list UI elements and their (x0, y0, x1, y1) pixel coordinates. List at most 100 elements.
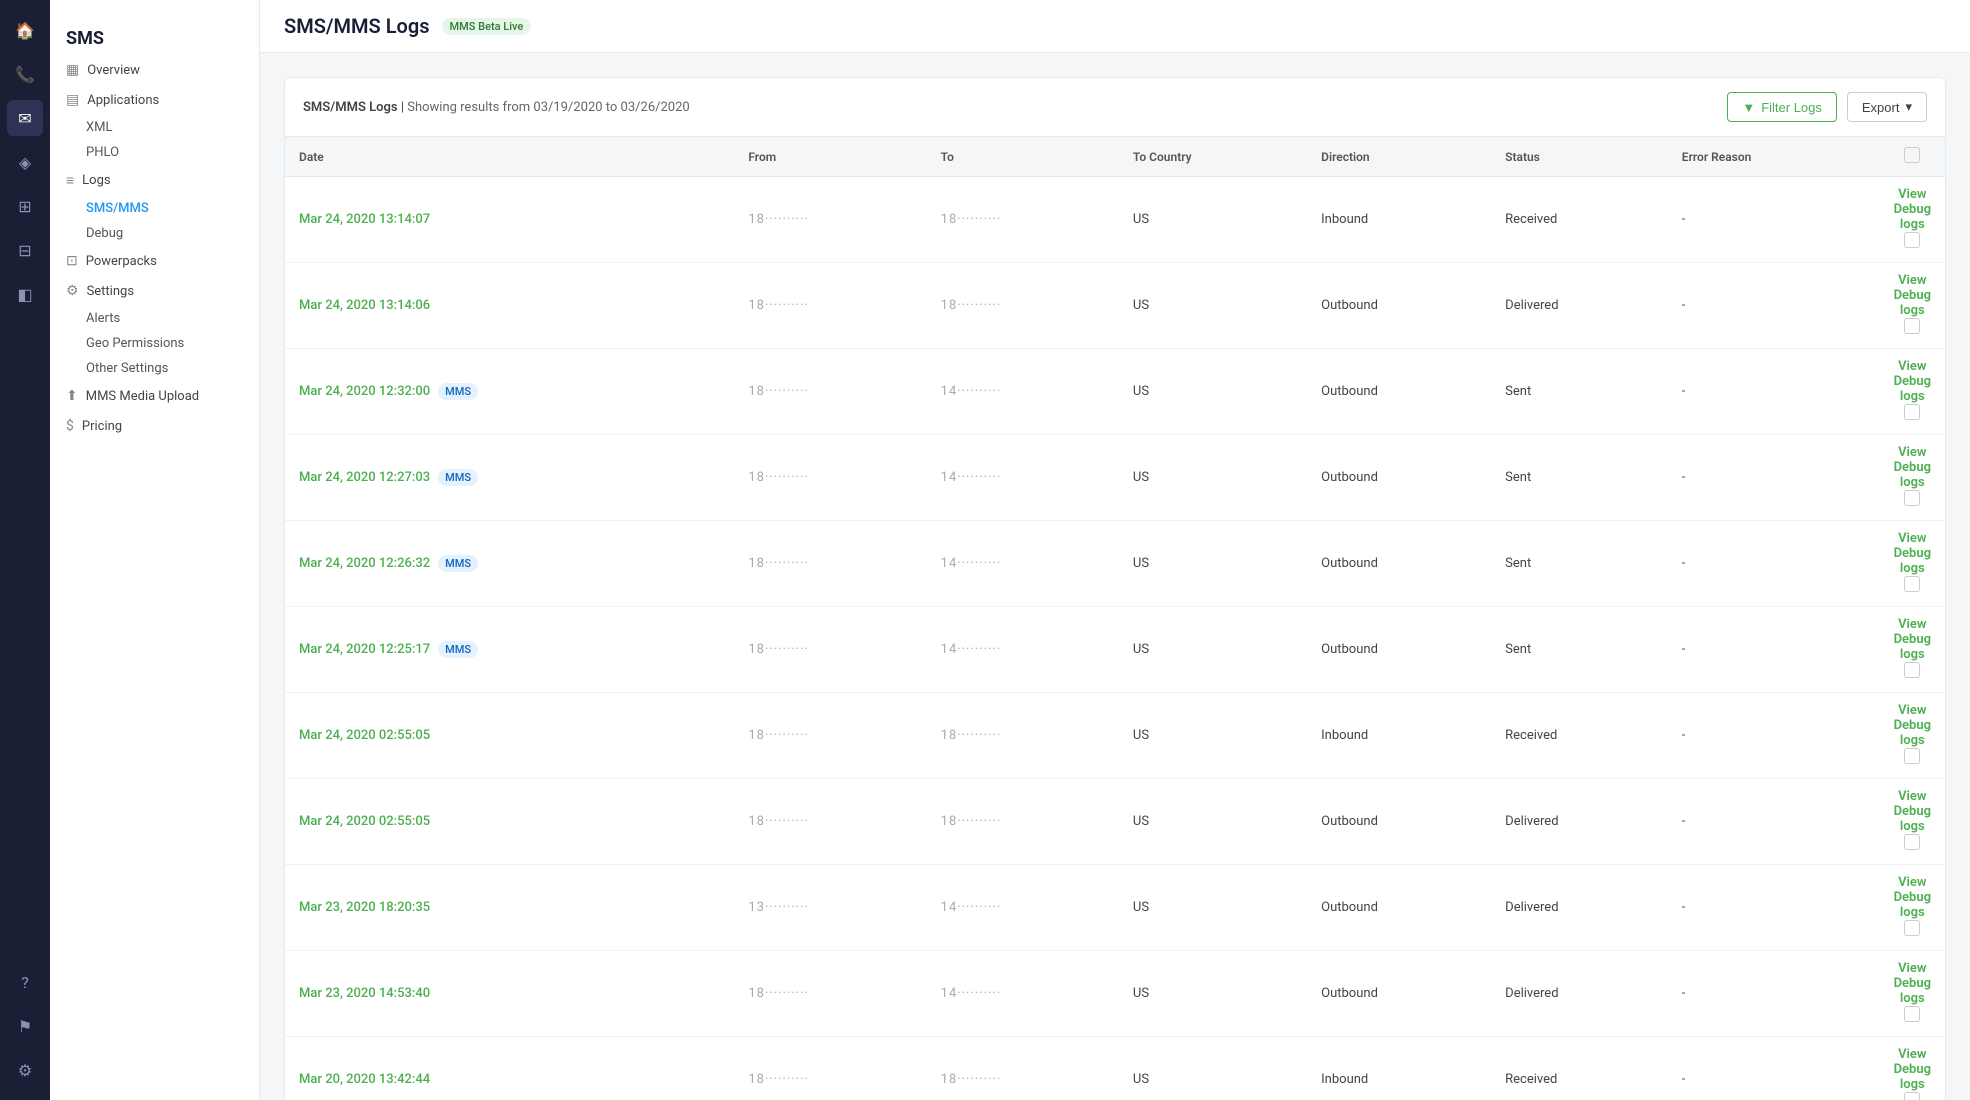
team-icon[interactable]: ⊟ (7, 232, 43, 268)
row-error: - (1668, 435, 1880, 521)
pricing-label: Pricing (82, 419, 122, 434)
sidebar-item-logs[interactable]: ≡ Logs (50, 165, 259, 196)
help-icon[interactable]: ? (7, 964, 43, 1000)
view-debug-link[interactable]: View Debug logs (1894, 703, 1931, 748)
table-row: Mar 24, 2020 12:26:32MMS18··········14··… (285, 521, 1945, 607)
row-date[interactable]: Mar 24, 2020 02:55:05 (285, 693, 734, 779)
sidebar-subitem-alerts[interactable]: Alerts (50, 306, 259, 331)
grid-icon[interactable]: ⊞ (7, 188, 43, 224)
table-row: Mar 23, 2020 18:20:3513··········14·····… (285, 865, 1945, 951)
export-label: Export (1862, 100, 1900, 115)
row-from: 18·········· (734, 177, 926, 263)
home-icon[interactable]: 🏠 (7, 12, 43, 48)
sidebar-item-settings[interactable]: ⚙ Settings (50, 276, 259, 306)
row-error: - (1668, 693, 1880, 779)
view-debug-link[interactable]: View Debug logs (1894, 187, 1931, 232)
view-debug-link[interactable]: View Debug logs (1894, 359, 1931, 404)
row-to: 14·········· (927, 607, 1119, 693)
col-to-country: To Country (1119, 137, 1307, 177)
settings-icon[interactable]: ⚙ (7, 1052, 43, 1088)
row-date[interactable]: Mar 24, 2020 12:32:00MMS (285, 349, 734, 435)
row-date[interactable]: Mar 20, 2020 13:42:44 (285, 1037, 734, 1100)
report-icon[interactable]: ◧ (7, 276, 43, 312)
row-date[interactable]: Mar 24, 2020 12:25:17MMS (285, 607, 734, 693)
phone-icon[interactable]: 📞 (7, 56, 43, 92)
row-to: 14·········· (927, 865, 1119, 951)
view-debug-link[interactable]: View Debug logs (1894, 961, 1931, 1006)
sidebar-subitem-debug[interactable]: Debug (50, 221, 259, 246)
row-checkbox[interactable] (1904, 576, 1920, 592)
sidebar-item-overview[interactable]: ▦ Overview (50, 55, 259, 85)
app-label: SMS (50, 16, 259, 55)
view-debug-link[interactable]: View Debug logs (1894, 617, 1931, 662)
sidebar-subitem-smsmms[interactable]: SMS/MMS (50, 196, 259, 221)
sidebar-subitem-geo-permissions[interactable]: Geo Permissions (50, 331, 259, 356)
table-row: Mar 20, 2020 13:42:4418··········18·····… (285, 1037, 1945, 1100)
row-actions: View Debug logs (1880, 1037, 1945, 1100)
filter-label: Filter Logs (1761, 100, 1822, 115)
row-from: 18·········· (734, 693, 926, 779)
row-from: 18·········· (734, 521, 926, 607)
row-direction: Outbound (1307, 607, 1491, 693)
row-error: - (1668, 779, 1880, 865)
row-status: Delivered (1491, 779, 1668, 865)
sidebar-subitem-phlo[interactable]: PHLO (50, 140, 259, 165)
powerpacks-icon: ⊡ (66, 253, 78, 269)
row-checkbox[interactable] (1904, 1092, 1920, 1100)
row-from: 18·········· (734, 263, 926, 349)
view-debug-link[interactable]: View Debug logs (1894, 445, 1931, 490)
view-debug-link[interactable]: View Debug logs (1894, 273, 1931, 318)
view-debug-link[interactable]: View Debug logs (1894, 531, 1931, 576)
row-checkbox[interactable] (1904, 318, 1920, 334)
col-from: From (734, 137, 926, 177)
select-all-checkbox[interactable] (1904, 147, 1920, 163)
row-status: Sent (1491, 349, 1668, 435)
sms-icon[interactable]: ✉ (7, 100, 43, 136)
sidebar-item-pricing[interactable]: $ Pricing (50, 411, 259, 441)
row-from: 18·········· (734, 349, 926, 435)
row-from: 18·········· (734, 1037, 926, 1100)
row-checkbox[interactable] (1904, 1006, 1920, 1022)
voice-icon[interactable]: ◈ (7, 144, 43, 180)
date-range: Showing results from 03/19/2020 to 03/26… (407, 100, 690, 115)
row-to: 18·········· (927, 263, 1119, 349)
row-checkbox[interactable] (1904, 920, 1920, 936)
col-actions (1880, 137, 1945, 177)
view-debug-link[interactable]: View Debug logs (1894, 789, 1931, 834)
row-checkbox[interactable] (1904, 748, 1920, 764)
sidebar-item-powerpacks[interactable]: ⊡ Powerpacks (50, 246, 259, 276)
table-header-bar: SMS/MMS Logs | Showing results from 03/1… (285, 78, 1945, 137)
view-debug-link[interactable]: View Debug logs (1894, 875, 1931, 920)
row-date[interactable]: Mar 24, 2020 12:26:32MMS (285, 521, 734, 607)
row-actions: View Debug logs (1880, 521, 1945, 607)
export-button[interactable]: Export ▾ (1847, 92, 1927, 122)
row-checkbox[interactable] (1904, 232, 1920, 248)
mms-tag: MMS (438, 469, 478, 486)
row-checkbox[interactable] (1904, 834, 1920, 850)
filter-logs-button[interactable]: ▼ Filter Logs (1727, 92, 1837, 122)
mms-tag: MMS (438, 641, 478, 658)
left-nav: SMS ▦ Overview ▤ Applications XML PHLO ≡… (50, 0, 260, 1100)
mms-tag: MMS (438, 555, 478, 572)
row-direction: Outbound (1307, 349, 1491, 435)
row-checkbox[interactable] (1904, 662, 1920, 678)
view-debug-link[interactable]: View Debug logs (1894, 1047, 1931, 1092)
sidebar-subitem-other-settings[interactable]: Other Settings (50, 356, 259, 381)
row-date[interactable]: Mar 24, 2020 12:27:03MMS (285, 435, 734, 521)
row-checkbox[interactable] (1904, 404, 1920, 420)
icon-sidebar: 🏠 📞 ✉ ◈ ⊞ ⊟ ◧ ? ⚑ ⚙ (0, 0, 50, 1100)
sidebar-item-applications[interactable]: ▤ Applications (50, 85, 259, 115)
sidebar-item-mms-media-upload[interactable]: ⬆ MMS Media Upload (50, 381, 259, 411)
page-title: SMS/MMS Logs (284, 14, 430, 38)
sidebar-subitem-xml[interactable]: XML (50, 115, 259, 140)
row-date[interactable]: Mar 24, 2020 02:55:05 (285, 779, 734, 865)
row-error: - (1668, 865, 1880, 951)
row-date[interactable]: Mar 24, 2020 13:14:07 (285, 177, 734, 263)
row-checkbox[interactable] (1904, 490, 1920, 506)
row-date[interactable]: Mar 23, 2020 18:20:35 (285, 865, 734, 951)
row-date[interactable]: Mar 23, 2020 14:53:40 (285, 951, 734, 1037)
alert-icon[interactable]: ⚑ (7, 1008, 43, 1044)
log-title: SMS/MMS Logs (303, 100, 398, 115)
row-date[interactable]: Mar 24, 2020 13:14:06 (285, 263, 734, 349)
row-actions: View Debug logs (1880, 779, 1945, 865)
